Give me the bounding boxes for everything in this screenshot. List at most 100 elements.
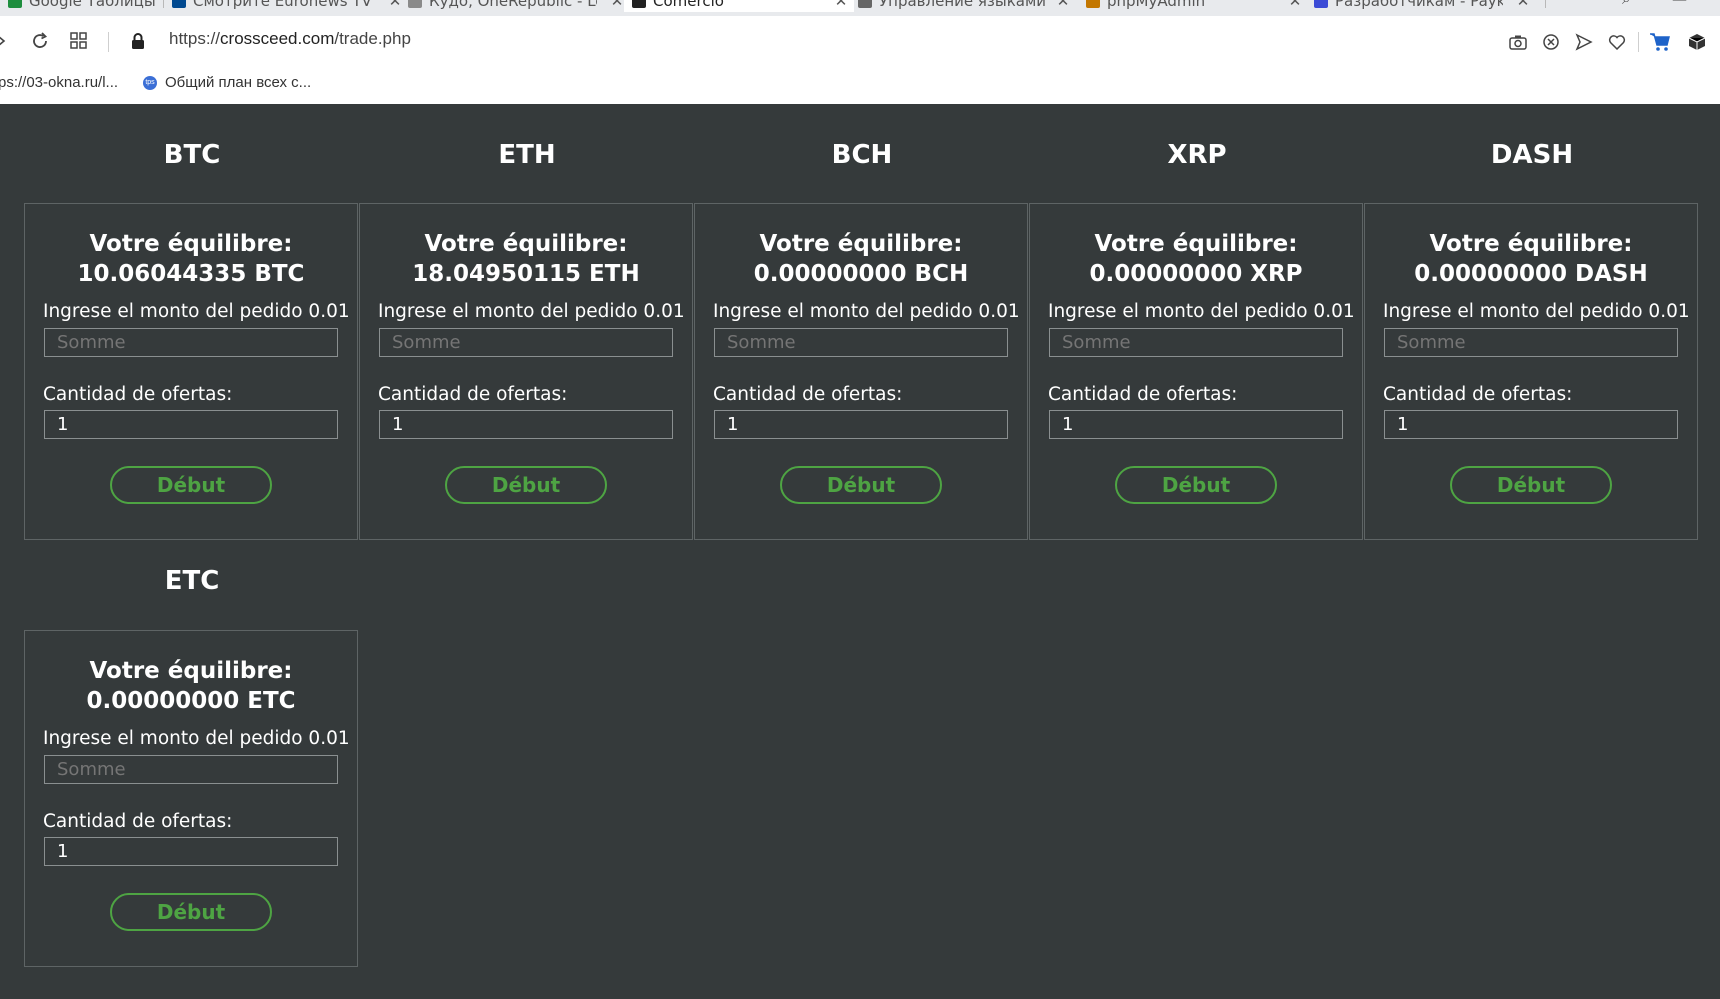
quantity-label: Cantidad de ofertas:: [43, 811, 233, 832]
cart-icon[interactable]: [1648, 30, 1672, 54]
amount-input[interactable]: [379, 328, 673, 357]
camera-icon[interactable]: [1506, 30, 1530, 54]
tab-comercio[interactable]: Comercio ✕: [624, 0, 854, 12]
tab-label: Разработчикам - Payk: [1335, 0, 1503, 10]
address-divider: [1638, 32, 1639, 52]
tab-google-sheets[interactable]: Google Таблицы: [0, 0, 168, 12]
amount-input[interactable]: [1384, 328, 1678, 357]
send-icon[interactable]: [1572, 30, 1596, 54]
balance-value: 0.00000000 DASH: [1414, 261, 1648, 287]
start-button[interactable]: Début: [110, 893, 272, 931]
address-bar: https://crossceed.com/trade.php: [0, 16, 1720, 68]
bookmark-okna[interactable]: ps://03-okna.ru/l...: [0, 74, 118, 91]
start-button[interactable]: Début: [445, 466, 607, 504]
sheets-favicon-icon: [8, 0, 22, 8]
box-icon[interactable]: [1685, 30, 1709, 54]
tps-favicon-icon: tps: [143, 75, 157, 90]
address-divider: [108, 32, 109, 52]
balance-value: 10.06044335 BTC: [77, 261, 305, 287]
tab-euronews[interactable]: Смотрите Euronews TV ✕: [164, 0, 408, 12]
order-amount-label: Ingrese el monto del pedido 0.01: [1048, 301, 1355, 322]
coin-title-eth: ETH: [498, 140, 556, 170]
quantity-input[interactable]: [44, 410, 338, 439]
lock-icon[interactable]: [125, 28, 151, 54]
coin-title-bch: BCH: [831, 140, 893, 170]
grid-icon[interactable]: [66, 28, 92, 54]
coin-title-btc: BTC: [163, 140, 221, 170]
balance-label: Votre équilibre:: [1429, 231, 1633, 257]
payeer-favicon-icon: [1314, 0, 1328, 8]
start-button[interactable]: Début: [1450, 466, 1612, 504]
coin-card-xrp: Votre équilibre: 0.00000000 XRP Ingrese …: [1029, 203, 1363, 540]
heart-icon[interactable]: [1605, 30, 1629, 54]
euronews-favicon-icon: [172, 0, 186, 8]
balance-value: 0.00000000 BCH: [753, 261, 969, 287]
balance-label: Votre équilibre:: [89, 658, 293, 684]
quantity-label: Cantidad de ofertas:: [713, 384, 903, 405]
order-amount-label: Ingrese el monto del pedido 0.01: [378, 301, 685, 322]
balance-value: 18.04950115 ETH: [412, 261, 640, 287]
search-tabs-icon[interactable]: ⌕: [1622, 0, 1630, 8]
quantity-input[interactable]: [1049, 410, 1343, 439]
phpmyadmin-favicon-icon: [1086, 0, 1100, 8]
shield-x-icon[interactable]: [1539, 30, 1563, 54]
tab-label: Управление языками: [879, 0, 1047, 10]
coin-title-xrp: XRP: [1167, 140, 1227, 170]
url-field[interactable]: https://crossceed.com/trade.php: [169, 29, 411, 49]
start-button[interactable]: Début: [110, 466, 272, 504]
tab-kudo[interactable]: Кудо, OneRepublic - Lo ✕: [400, 0, 630, 12]
balance-value: 0.00000000 ETC: [86, 688, 296, 714]
tab-strip: Google Таблицы Смотрите Euronews TV ✕ Ку…: [0, 0, 1720, 16]
image-favicon-icon: [408, 0, 422, 8]
tab-label: Comercio: [653, 0, 724, 10]
coin-title-etc: ETC: [164, 566, 220, 596]
close-tab-icon[interactable]: ✕: [1516, 0, 1530, 12]
quantity-label: Cantidad de ofertas:: [1383, 384, 1573, 405]
forward-icon[interactable]: [0, 28, 16, 54]
bookmarks-bar: ps://03-okna.ru/l... tps Общий план всех…: [0, 68, 1720, 104]
quantity-label: Cantidad de ofertas:: [43, 384, 233, 405]
amount-input[interactable]: [44, 755, 338, 784]
close-tab-icon[interactable]: ✕: [1288, 0, 1302, 12]
coin-card-bch: Votre équilibre: 0.00000000 BCH Ingrese …: [694, 203, 1028, 540]
balance-label: Votre équilibre:: [424, 231, 628, 257]
balance-label: Votre équilibre:: [89, 231, 293, 257]
order-amount-label: Ingrese el monto del pedido 0.01: [1383, 301, 1690, 322]
url-path: /trade.php: [334, 29, 411, 48]
close-tab-icon[interactable]: ✕: [834, 0, 848, 12]
balance-value: 0.00000000 XRP: [1089, 261, 1303, 287]
coin-card-btc: Votre équilibre: 10.06044335 BTC Ingrese…: [24, 203, 358, 540]
quantity-input[interactable]: [44, 837, 338, 866]
start-button[interactable]: Début: [1115, 466, 1277, 504]
trade-page: BTC Votre équilibre: 10.06044335 BTC Ing…: [0, 104, 1720, 999]
order-amount-label: Ingrese el monto del pedido 0.01: [43, 301, 350, 322]
start-button[interactable]: Début: [780, 466, 942, 504]
tab-phpmyadmin[interactable]: phpMyAdmin ✕: [1078, 0, 1308, 12]
quantity-input[interactable]: [1384, 410, 1678, 439]
tab-developers[interactable]: Разработчикам - Payk ✕: [1306, 0, 1536, 12]
reload-icon[interactable]: [27, 28, 53, 54]
tab-languages[interactable]: Управление языками ✕: [850, 0, 1076, 12]
coin-card-eth: Votre équilibre: 18.04950115 ETH Ingrese…: [359, 203, 693, 540]
tab-label: Кудо, OneRepublic - Lo: [429, 0, 597, 10]
close-tab-icon[interactable]: ✕: [1056, 0, 1070, 12]
url-scheme: https://: [169, 29, 221, 48]
tab-label: Смотрите Euronews TV: [193, 0, 372, 10]
minimize-icon[interactable]: —: [1672, 0, 1687, 8]
order-amount-label: Ingrese el monto del pedido 0.01: [43, 728, 350, 749]
url-host: crossceed.com: [220, 29, 335, 48]
amount-input[interactable]: [1049, 328, 1343, 357]
quantity-input[interactable]: [714, 410, 1008, 439]
coin-title-dash: DASH: [1490, 140, 1574, 170]
amount-input[interactable]: [714, 328, 1008, 357]
bookmark-plan[interactable]: tps Общий план всех с...: [143, 74, 311, 91]
close-tab-icon[interactable]: ✕: [610, 0, 624, 12]
amount-input[interactable]: [44, 328, 338, 357]
comercio-favicon-icon: [632, 0, 646, 8]
coin-card-etc: Votre équilibre: 0.00000000 ETC Ingrese …: [24, 630, 358, 967]
tab-label: Google Таблицы: [29, 0, 156, 10]
bookmark-label: Общий план всех с...: [165, 74, 312, 91]
tab-label: phpMyAdmin: [1107, 0, 1206, 10]
quantity-input[interactable]: [379, 410, 673, 439]
order-amount-label: Ingrese el monto del pedido 0.01: [713, 301, 1020, 322]
